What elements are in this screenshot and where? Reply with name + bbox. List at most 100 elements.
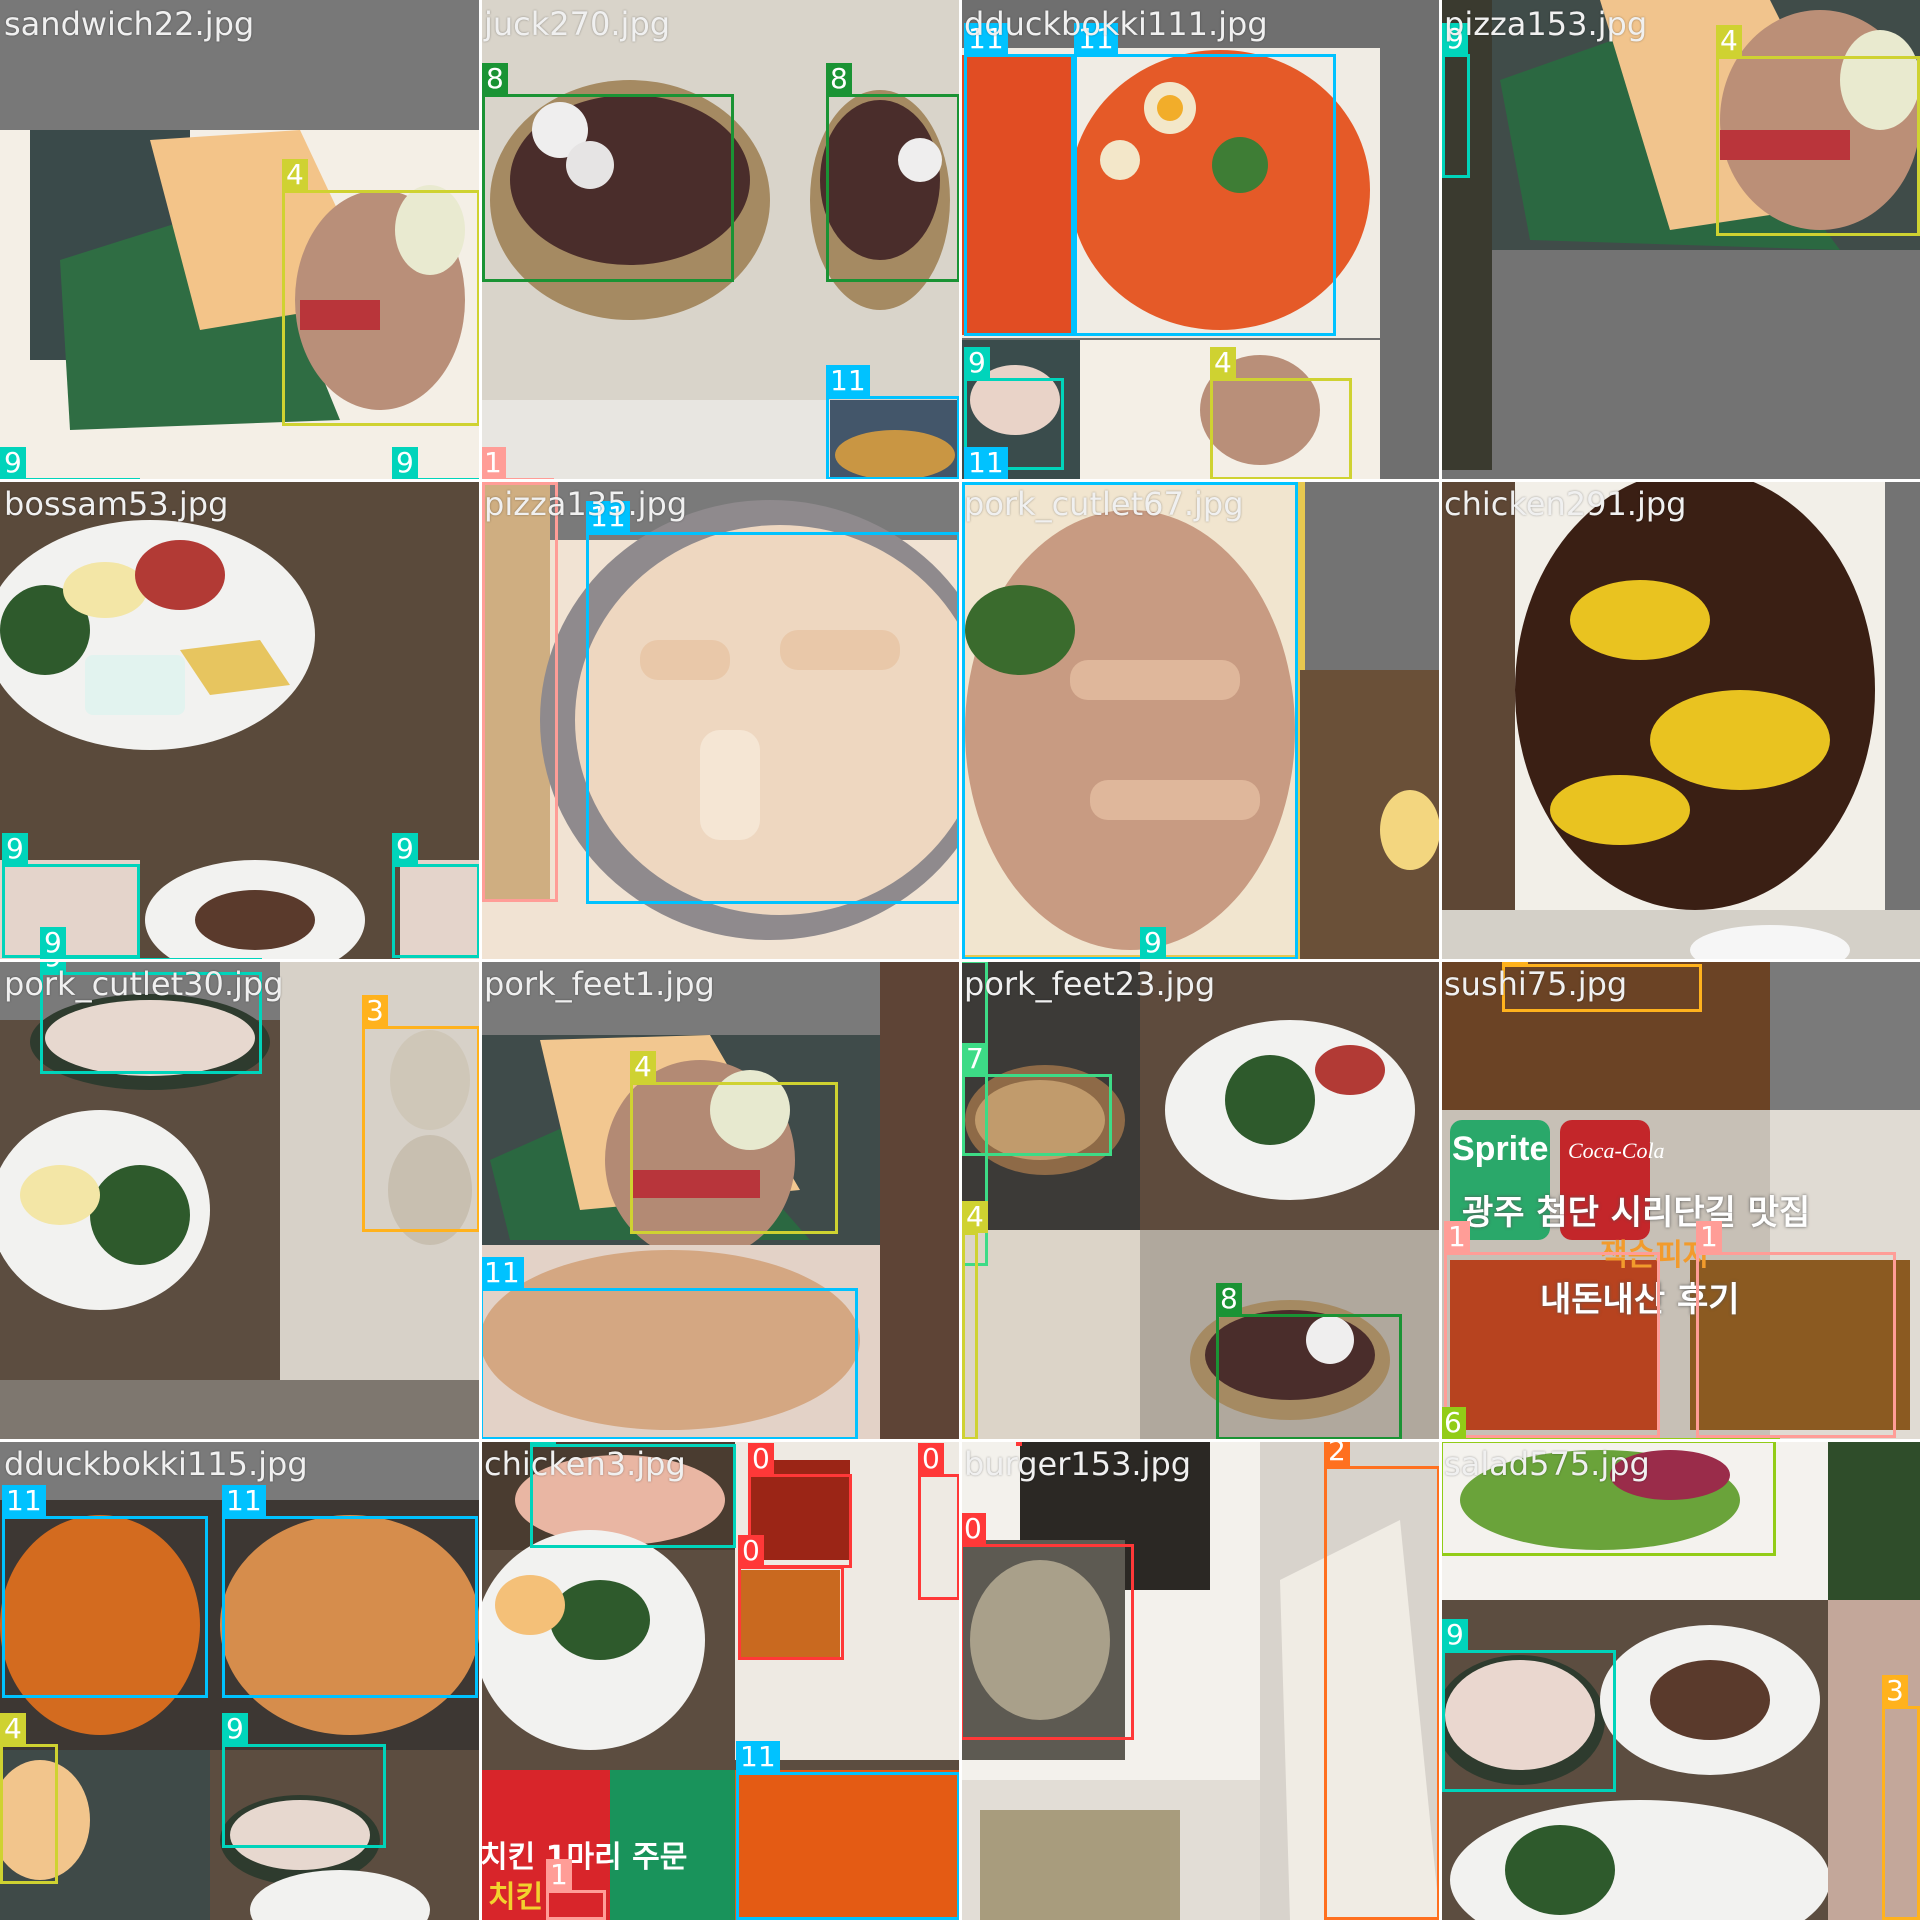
- grid-divider: [0, 959, 1920, 962]
- poster-text-2: 치킨: [488, 1880, 544, 1915]
- detection-box: 4: [630, 1051, 838, 1234]
- filename-label: chicken3.jpg: [484, 1445, 686, 1483]
- class-label: 4: [282, 159, 308, 191]
- class-label: 1: [1444, 1221, 1470, 1253]
- tile-dduckbokki111: dduckbokki111.jpg 11 11 9 4 11: [960, 0, 1440, 480]
- class-label: 0: [960, 1513, 986, 1545]
- class-label: 4: [1210, 347, 1236, 379]
- detection-box: 3: [1882, 1675, 1920, 1920]
- detection-box: [962, 482, 1298, 960]
- class-label: 1: [1696, 1221, 1722, 1253]
- detection-box: 8: [1216, 1283, 1402, 1440]
- filename-label: pork_feet23.jpg: [964, 965, 1216, 1003]
- detection-box: 9: [392, 833, 480, 958]
- detection-box: 1: [1696, 1221, 1896, 1438]
- detection-box: 0: [918, 1443, 960, 1600]
- filename-label: bossam53.jpg: [4, 485, 229, 523]
- detection-box: 0: [960, 1513, 1134, 1740]
- detection-box: 4: [1716, 25, 1920, 236]
- detection-box: 11: [826, 365, 960, 480]
- detection-box: 9: [222, 1713, 386, 1848]
- class-label: 9: [392, 447, 418, 479]
- tile-chicken291: chicken291.jpg: [1440, 480, 1920, 960]
- tile-chicken3: 치킨 1마리 주문 치킨 chicken3.jpg 9 0 0 0 11 1: [480, 1440, 960, 1920]
- detection-box: 9: [1442, 23, 1470, 178]
- poster-text: 치킨 1마리 주문: [480, 1840, 688, 1875]
- detection-box: 4: [962, 1201, 988, 1440]
- class-label: 8: [482, 63, 508, 95]
- class-label: 11: [480, 1257, 524, 1289]
- detection-box: 9: [1442, 1619, 1616, 1792]
- detection-box: 1: [1444, 1221, 1660, 1438]
- filename-label: sushi75.jpg: [1444, 965, 1628, 1003]
- coke-can-text: Coca-Cola: [1568, 1138, 1665, 1163]
- grid-divider: [0, 479, 1920, 482]
- filename-label: chicken291.jpg: [1444, 485, 1687, 523]
- tile-pork-feet23: pork_feet23.jpg 7 7 4 8: [960, 960, 1440, 1440]
- tile-salad575: salad575.jpg 9 3: [1440, 1440, 1920, 1920]
- tile-sandwich22: sandwich22.jpg 4 9 9: [0, 0, 480, 480]
- class-label: 0: [918, 1443, 944, 1475]
- detection-box: 7: [962, 1043, 1112, 1156]
- filename-label: pizza153.jpg: [1444, 5, 1648, 43]
- class-label: 9: [2, 833, 28, 865]
- detection-box: 4: [1210, 347, 1352, 480]
- class-label: 9: [964, 347, 990, 379]
- class-label: 9: [1140, 927, 1166, 959]
- detection-box: 9: [2, 833, 140, 958]
- class-label: 2: [1324, 1440, 1350, 1467]
- filename-label: pizza135.jpg: [484, 485, 688, 523]
- class-label: 7: [962, 1043, 988, 1075]
- detection-box: [482, 482, 558, 902]
- class-label: 0: [738, 1535, 764, 1567]
- filename-label: sandwich22.jpg: [4, 5, 255, 43]
- detection-box: 11: [1074, 23, 1336, 336]
- tile-sushi75: Sprite Coca-Cola 광주 첨단 시리단길 맛집 잭슨피자 내돈내산…: [1440, 960, 1920, 1440]
- tile-dduckbokki115: dduckbokki115.jpg 11 11 4 9: [0, 1440, 480, 1920]
- tile-pork-cutlet67: pork_cutlet67.jpg 9: [960, 480, 1440, 960]
- class-label: 11: [826, 365, 870, 397]
- tile-pizza153: pizza153.jpg 9 4: [1440, 0, 1920, 480]
- detection-box: 11: [222, 1485, 478, 1698]
- filename-label: pork_cutlet67.jpg: [964, 485, 1244, 523]
- class-label: 0: [748, 1443, 774, 1475]
- tile-bossam53: bossam53.jpg 9 9 9: [0, 480, 480, 960]
- class-label: 4: [630, 1051, 656, 1083]
- filename-label: salad575.jpg: [1444, 1445, 1650, 1483]
- class-label: 9: [0, 447, 26, 479]
- class-label: 4: [1716, 25, 1742, 57]
- class-label: 4: [0, 1713, 26, 1745]
- detection-box: 3: [362, 995, 480, 1232]
- yangnyeom-chicken-photo: [1440, 480, 1920, 960]
- filename-label: pork_feet1.jpg: [484, 965, 715, 1003]
- class-label: 1: [480, 447, 506, 479]
- class-label: 3: [1882, 1675, 1908, 1707]
- tile-pork-cutlet30: pork_cutlet30.jpg 9 3: [0, 960, 480, 1440]
- tile-pizza135: pizza135.jpg 11: [480, 480, 960, 960]
- detection-box: 4: [0, 1713, 58, 1884]
- detection-box: 8: [826, 63, 960, 282]
- class-label: 9: [222, 1713, 248, 1745]
- sign-line-1: 광주 첨단 시리단길 맛집: [1462, 1193, 1811, 1233]
- filename-label: pork_cutlet30.jpg: [4, 965, 284, 1003]
- detection-box: 8: [482, 63, 734, 282]
- detection-box: 11: [964, 23, 1074, 336]
- detection-box: 1: [546, 1859, 606, 1920]
- tile-pork-feet1: pork_feet1.jpg 4 11: [480, 960, 960, 1440]
- class-label: 8: [1216, 1283, 1242, 1315]
- class-label: 9: [1442, 1619, 1468, 1651]
- class-label: 9: [392, 833, 418, 865]
- mosaic-grid: sandwich22.jpg 4 9 9 juck270.jpg 8 8 11 …: [0, 0, 1920, 1920]
- class-label: 11: [2, 1485, 46, 1517]
- detection-box: 4: [282, 159, 480, 426]
- class-label: 9: [40, 927, 66, 959]
- filename-label: dduckbokki111.jpg: [964, 5, 1268, 43]
- detection-box: 11: [736, 1741, 960, 1920]
- class-label: 3: [362, 995, 388, 1027]
- class-label: 11: [964, 447, 1008, 479]
- sprite-can-text: Sprite: [1452, 1130, 1549, 1168]
- detection-box: 0: [738, 1535, 844, 1660]
- grid-divider: [0, 1439, 1920, 1442]
- class-label: 8: [826, 63, 852, 95]
- detection-box: 2: [1324, 1440, 1440, 1920]
